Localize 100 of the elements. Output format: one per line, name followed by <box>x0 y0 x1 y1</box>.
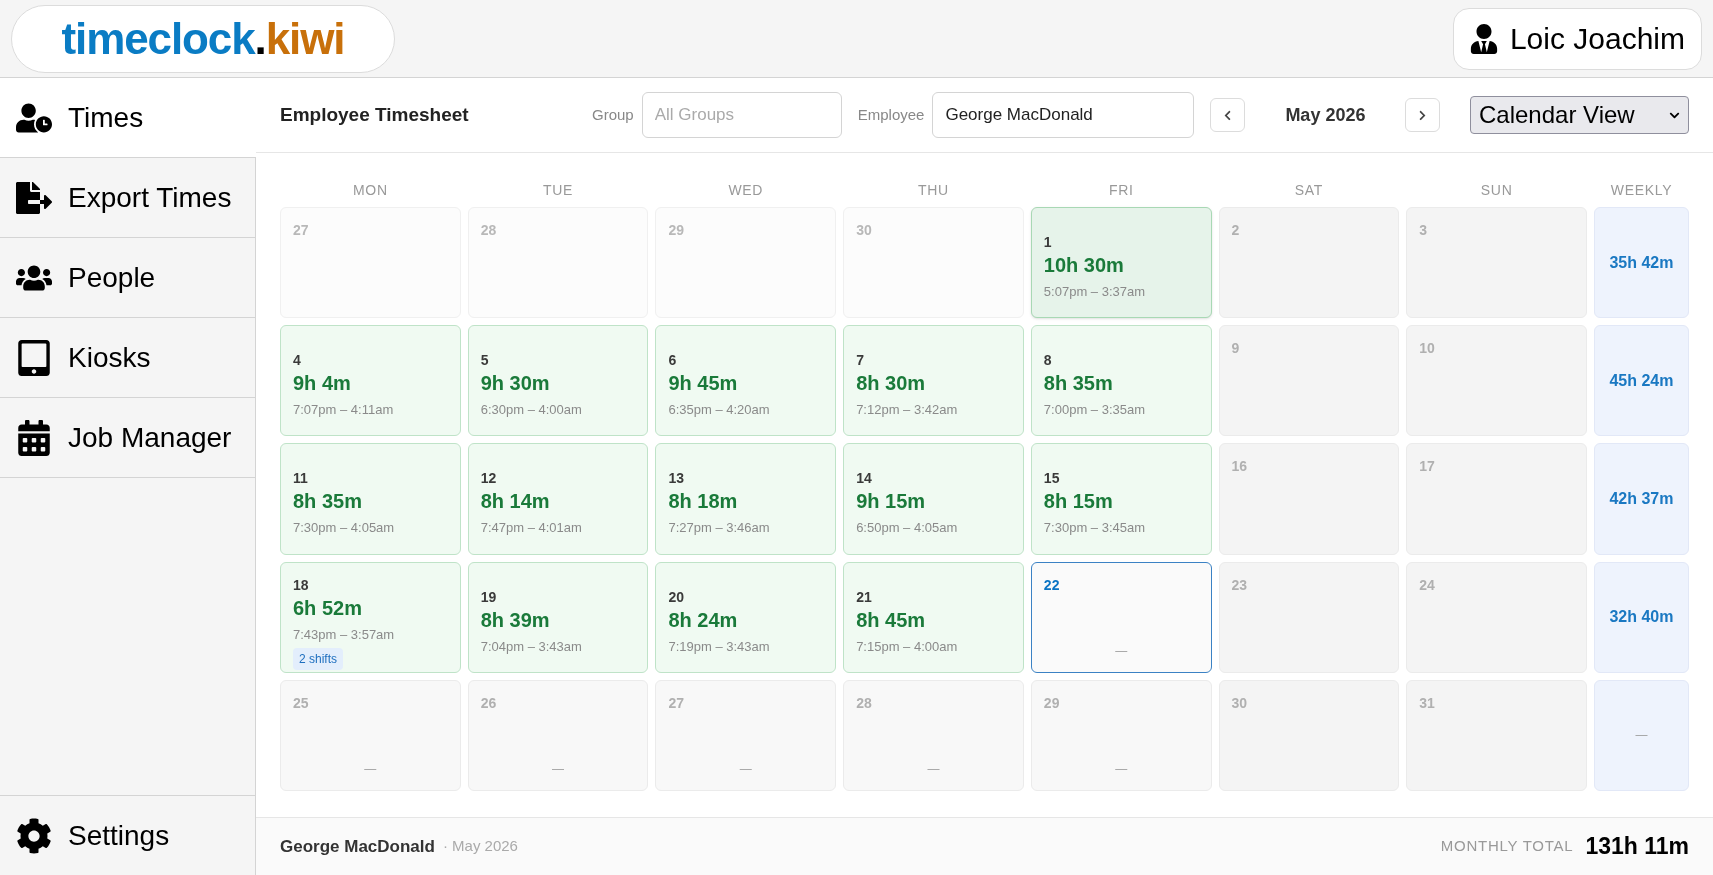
empty-dash: — <box>1115 761 1128 778</box>
day-number: 6 <box>668 351 677 371</box>
day-cell[interactable]: 22 — <box>1030 561 1212 673</box>
shift-range: 7:30pm – 4:05am <box>293 519 395 538</box>
day-cell[interactable]: 15 8h 15m 7:30pm – 3:45am <box>1030 443 1212 555</box>
day-number: 8 <box>1043 351 1052 371</box>
day-cell[interactable]: 5 9h 30m 6:30pm – 4:00am <box>467 325 649 437</box>
day-cell[interactable]: 21 8h 45m 7:15pm – 4:00am <box>843 561 1024 673</box>
shift-range: 7:43pm – 3:57am <box>293 625 395 644</box>
view-select[interactable]: Calendar View <box>1470 96 1689 134</box>
shift-range: 7:27pm – 3:46am <box>668 519 770 538</box>
shift-range: 7:19pm – 3:43am <box>668 637 770 656</box>
hours-worked: 8h 24m <box>668 607 738 633</box>
day-number: 5 <box>480 351 489 371</box>
weekday-header: TUE <box>542 180 575 200</box>
next-month-button[interactable] <box>1405 98 1441 132</box>
day-number: 28 <box>480 221 497 240</box>
day-number: 27 <box>668 693 684 713</box>
weekly-total: 45h 24m <box>1609 370 1674 391</box>
field-label: Group <box>592 104 634 125</box>
shift-range: 7:12pm – 3:42am <box>856 401 958 420</box>
page-title: Employee Timesheet <box>280 102 470 127</box>
weekly-total: 35h 42m <box>1609 252 1674 273</box>
sidebar-item[interactable]: Times <box>0 78 256 158</box>
day-number: 9 <box>1231 339 1240 359</box>
hours-worked: 8h 30m <box>856 371 926 397</box>
day-number: 21 <box>856 587 872 607</box>
file-export-icon <box>16 179 52 216</box>
logo[interactable]: timeclock.kiwi <box>11 4 395 73</box>
shift-range: 6:50pm – 4:05am <box>856 519 958 538</box>
weekly-total: 42h 37m <box>1609 489 1674 509</box>
day-cell[interactable]: 20 8h 24m 7:19pm – 3:43am <box>655 561 837 673</box>
hours-worked: 8h 15m <box>1043 489 1113 515</box>
current-month: May 2026 <box>1284 103 1367 127</box>
day-number: 24 <box>1419 575 1435 595</box>
day-number: 4 <box>293 351 301 371</box>
hours-worked: 10h 30m <box>1043 253 1124 278</box>
day-number: 16 <box>1231 457 1248 477</box>
day-number: 13 <box>668 469 684 489</box>
hours-worked: 6h 52m <box>293 595 362 621</box>
day-cell[interactable]: 11 8h 35m 7:30pm – 4:05am <box>280 443 461 555</box>
day-number: 18 <box>293 575 309 595</box>
weekday-header: MON <box>351 180 389 200</box>
day-number: 25 <box>293 693 309 713</box>
calendar-icon <box>16 419 52 456</box>
day-cell[interactable]: 18 6h 52m 7:43pm – 3:57am 2 shifts <box>280 561 461 673</box>
hours-worked: 8h 39m <box>480 607 550 633</box>
day-cell[interactable]: 19 8h 39m 7:04pm – 3:43am <box>467 561 649 673</box>
previous-month-button[interactable] <box>1210 98 1246 132</box>
shift-range: 6:30pm – 4:00am <box>480 401 582 420</box>
day-cell[interactable]: 7 8h 30m 7:12pm – 3:42am <box>843 325 1024 437</box>
day-number: 30 <box>856 221 872 240</box>
weekday-header: SAT <box>1293 180 1325 200</box>
shift-range: 6:35pm – 4:20am <box>668 401 770 420</box>
user-icon <box>1469 23 1498 54</box>
weekday-header: THU <box>917 180 950 200</box>
shift-range: 5:07pm – 3:37am <box>1043 283 1146 301</box>
monthly-total-label: MONTHLY TOTAL <box>1440 836 1574 857</box>
shift-range: 7:30pm – 3:45am <box>1043 519 1146 538</box>
group-field[interactable]: All Groups <box>641 92 842 138</box>
shift-range: 7:04pm – 3:43am <box>480 637 582 656</box>
empty-dash: — <box>739 761 752 778</box>
empty-dash: — <box>927 761 940 778</box>
weekday-header: WEEKLY <box>1609 180 1674 200</box>
day-cell[interactable]: 13 8h 18m 7:27pm – 3:46am <box>655 443 837 555</box>
day-number: 29 <box>668 221 684 240</box>
employee-field[interactable]: George MacDonald <box>932 92 1195 138</box>
day-number: 31 <box>1419 693 1435 713</box>
day-number: 14 <box>856 469 872 489</box>
day-cell[interactable]: 1 10h 30m 5:07pm – 3:37am <box>1030 207 1212 319</box>
shifts-tag: 2 shifts <box>293 648 343 671</box>
day-cell[interactable]: 4 9h 4m 7:07pm – 4:11am <box>280 325 461 437</box>
day-number: 1 <box>1043 233 1052 252</box>
hours-worked: 8h 35m <box>293 489 362 515</box>
day-cell[interactable]: 12 8h 14m 7:47pm – 4:01am <box>467 443 649 555</box>
day-number: 30 <box>1231 693 1248 713</box>
shift-range: 7:00pm – 3:35am <box>1043 401 1146 420</box>
hours-worked: 9h 15m <box>856 489 926 515</box>
day-number: 3 <box>1419 221 1428 240</box>
day-number: 12 <box>480 469 497 489</box>
hours-worked: 9h 30m <box>480 371 550 397</box>
shift-range: 7:07pm – 4:11am <box>293 401 394 420</box>
hours-worked: 9h 45m <box>668 371 738 397</box>
weekday-header: FRI <box>1107 180 1135 200</box>
hours-worked: 8h 18m <box>668 489 738 515</box>
period-label: · May 2026 <box>442 836 518 857</box>
day-number: 11 <box>293 469 308 489</box>
employee-name: George MacDonald <box>280 835 435 858</box>
day-number: 15 <box>1043 469 1060 489</box>
day-number: 20 <box>668 587 684 607</box>
day-cell[interactable]: 6 9h 45m 6:35pm – 4:20am <box>655 325 837 437</box>
empty-dash: — <box>364 761 377 778</box>
empty-dash: — <box>552 761 565 778</box>
user-button[interactable]: Loic Joachim <box>1452 7 1702 70</box>
day-cell[interactable]: 14 9h 15m 6:50pm – 4:05am <box>843 443 1024 555</box>
day-number: 19 <box>480 587 497 607</box>
monthly-total: 131h 11m <box>1585 832 1689 862</box>
day-number: 27 <box>293 221 309 240</box>
day-cell[interactable]: 8 8h 35m 7:00pm – 3:35am <box>1030 325 1212 437</box>
day-number: 10 <box>1419 339 1435 359</box>
